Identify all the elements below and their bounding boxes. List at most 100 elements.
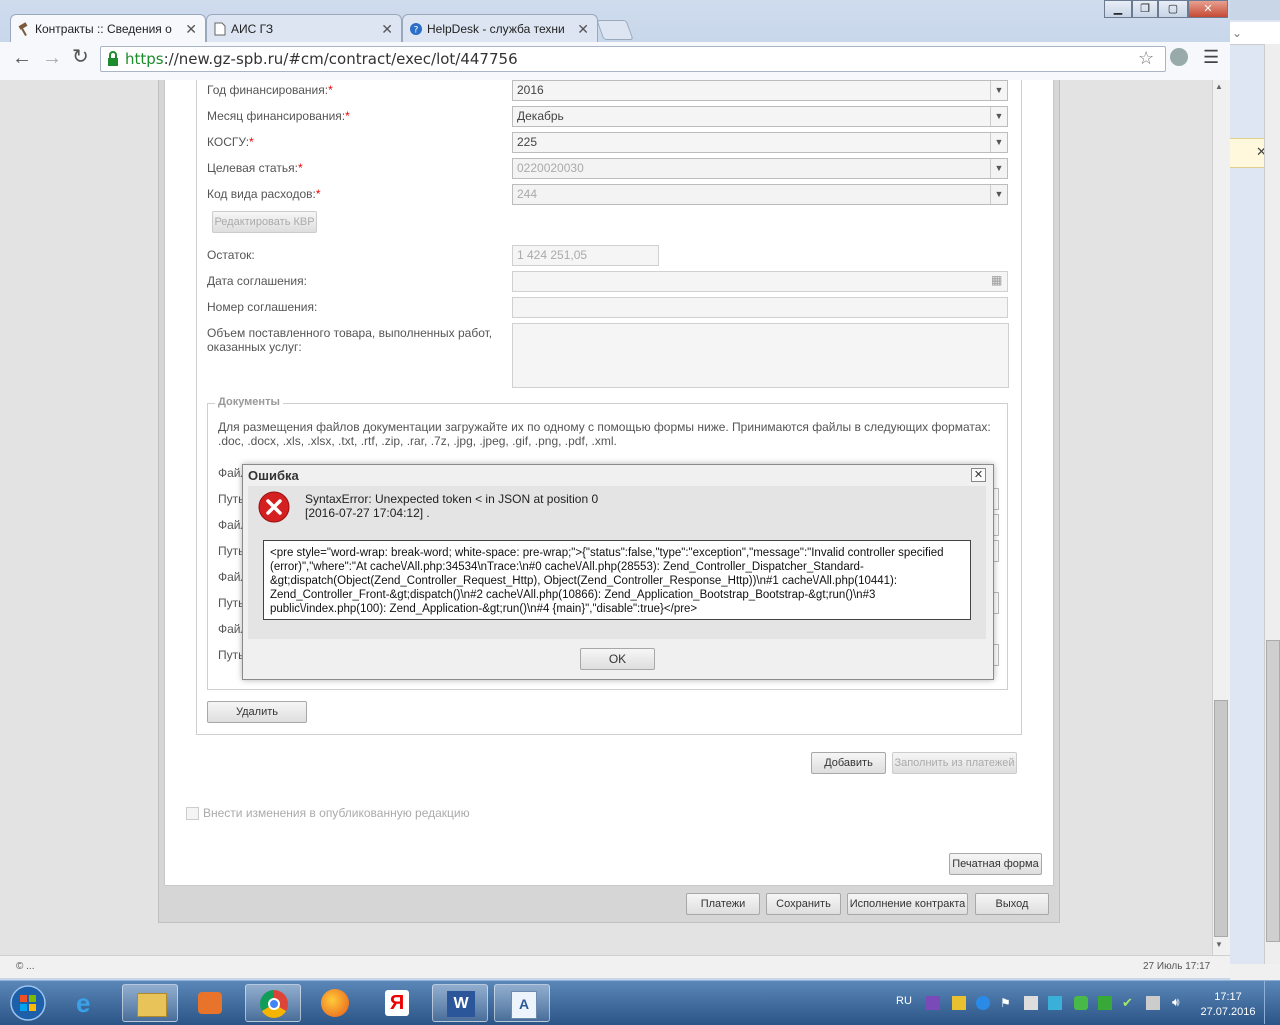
agreement-number-label: Номер соглашения:: [207, 300, 318, 314]
star-icon[interactable]: ☆: [1138, 48, 1154, 69]
error-details: <pre style="word-wrap: break-word; white…: [263, 540, 971, 620]
tab-title: HelpDesk - служба техни: [427, 22, 565, 36]
background-scrollbar-thumb[interactable]: [1266, 640, 1280, 942]
path-label: Путь: [218, 544, 245, 558]
flag-icon[interactable]: ⚑: [1000, 996, 1011, 1010]
tray-icon[interactable]: [1098, 996, 1112, 1010]
tray-icon[interactable]: [1024, 996, 1038, 1010]
tab-title: Контракты :: Сведения о: [35, 22, 172, 36]
lock-icon: [108, 51, 118, 66]
calendar-icon[interactable]: ▦: [991, 273, 1002, 287]
tray-clock[interactable]: 17:17 27.07.2016: [1196, 990, 1260, 1020]
chevron-down-icon: ▼: [990, 133, 1007, 152]
tab-contracts[interactable]: Контракты :: Сведения о ✕: [10, 14, 206, 42]
word-taskbar-icon[interactable]: W: [432, 984, 488, 1022]
help-icon: ?: [410, 23, 422, 36]
close-window-button[interactable]: ✕: [1188, 0, 1228, 18]
path-label: Путь: [218, 648, 245, 662]
chevron-down-icon: ▼: [990, 107, 1007, 126]
agreement-number-field[interactable]: [512, 297, 1008, 318]
onenote-tray-icon[interactable]: [926, 996, 940, 1010]
target-article-select[interactable]: 0220020030 ▼: [512, 158, 1008, 179]
agreement-date-label: Дата соглашения:: [207, 274, 307, 288]
explorer-taskbar-icon[interactable]: [122, 984, 178, 1022]
volume-textarea[interactable]: [512, 323, 1009, 388]
chrome-taskbar-icon[interactable]: [245, 984, 301, 1022]
clock-time: 17:17: [1214, 991, 1242, 1003]
close-icon[interactable]: ✕: [185, 15, 197, 42]
gavel-icon: [18, 22, 28, 36]
restore-button[interactable]: ❐: [1132, 0, 1158, 18]
close-icon[interactable]: ✕: [971, 468, 986, 482]
error-message-line: SyntaxError: Unexpected token < in JSON …: [305, 492, 599, 506]
language-indicator[interactable]: RU: [896, 995, 912, 1007]
print-form-button[interactable]: Печатная форма: [949, 853, 1042, 875]
fill-from-payments-button[interactable]: Заполнить из платежей: [892, 752, 1017, 774]
svg-text:?: ?: [414, 26, 419, 36]
show-desktop-button[interactable]: [1264, 980, 1280, 1024]
delete-button[interactable]: Удалить: [207, 701, 307, 723]
remainder-label: Остаток:: [207, 248, 255, 262]
yandex-taskbar-icon[interactable]: Я: [369, 984, 425, 1022]
forward-icon[interactable]: →: [42, 48, 62, 68]
back-icon[interactable]: ←: [12, 48, 32, 68]
kosgu-label: КОСГУ:*: [207, 135, 254, 149]
agreement-date-field[interactable]: [512, 271, 1008, 292]
status-datetime: 27 Июль 17:17: [1143, 961, 1211, 972]
url-text: https://new.gz-spb.ru/#cm/contract/exec/…: [125, 50, 518, 68]
chevron-down-icon: ▼: [990, 159, 1007, 178]
financing-month-label: Месяц финансирования:*: [207, 109, 350, 123]
scrollbar-thumb[interactable]: [1214, 700, 1228, 937]
firefox-taskbar-icon[interactable]: [307, 984, 363, 1022]
tray-icon[interactable]: [976, 996, 990, 1010]
tab-helpdesk[interactable]: ? HelpDesk - служба техни ✕: [402, 14, 598, 42]
reload-icon[interactable]: ↻: [72, 47, 89, 67]
tray-icon[interactable]: [952, 996, 966, 1010]
background-window-titlebar: [1230, 0, 1280, 20]
document-icon: [214, 22, 226, 36]
browser-status-bar: © ... 27 Июль 17:17: [0, 955, 1230, 978]
check-icon[interactable]: ✔: [1122, 995, 1133, 1011]
close-icon[interactable]: ✕: [381, 15, 393, 42]
expense-code-select[interactable]: 244 ▼: [512, 184, 1008, 205]
documents-title: Документы: [215, 396, 283, 408]
network-icon[interactable]: [1146, 996, 1160, 1010]
documents-instructions: Для размещения файлов документации загру…: [218, 420, 991, 448]
tray-icon[interactable]: [1048, 996, 1062, 1010]
extension-icon[interactable]: [1170, 48, 1188, 66]
tray-icon[interactable]: [1074, 996, 1088, 1010]
close-icon[interactable]: ✕: [577, 15, 589, 42]
financing-year-select[interactable]: 2016 ▼: [512, 80, 1008, 101]
media-player-taskbar-icon[interactable]: [182, 984, 238, 1022]
exit-button[interactable]: Выход: [975, 893, 1049, 915]
target-article-label: Целевая статья:*: [207, 161, 303, 175]
scroll-up-icon[interactable]: ▲: [1215, 82, 1223, 91]
path-label: Путь: [218, 596, 245, 610]
publish-changes-checkbox[interactable]: [186, 807, 199, 820]
dialog-title: Ошибка: [248, 468, 299, 483]
menu-icon[interactable]: ☰: [1203, 47, 1219, 68]
volume-icon[interactable]: 🔊︎: [1172, 995, 1180, 1010]
publish-changes-label: Внести изменения в опубликованную редакц…: [203, 806, 470, 820]
tab-ais-gz[interactable]: АИС ГЗ ✕: [206, 14, 402, 42]
scroll-down-icon[interactable]: ▼: [1215, 940, 1223, 949]
ok-button[interactable]: OK: [580, 648, 655, 670]
maximize-button[interactable]: ▢: [1158, 0, 1188, 18]
error-message: SyntaxError: Unexpected token < in JSON …: [305, 492, 598, 520]
chevron-down-icon[interactable]: ⌄: [1232, 26, 1242, 40]
contract-execution-button[interactable]: Исполнение контракта: [847, 893, 968, 915]
expense-code-label: Код вида расходов:*: [207, 187, 321, 201]
path-label: Путь: [218, 492, 245, 506]
add-button[interactable]: Добавить: [811, 752, 886, 774]
start-button[interactable]: [8, 984, 48, 1022]
error-icon: [258, 491, 290, 523]
remainder-field[interactable]: 1 424 251,05: [512, 245, 659, 266]
kosgu-select[interactable]: 225 ▼: [512, 132, 1008, 153]
ie-taskbar-icon[interactable]: e: [62, 984, 118, 1022]
financing-month-select[interactable]: Декабрь ▼: [512, 106, 1008, 127]
edit-kvr-button[interactable]: Редактировать КВР: [212, 211, 317, 233]
wordpad-taskbar-icon[interactable]: A: [494, 984, 550, 1022]
minimize-button[interactable]: ▁: [1104, 0, 1132, 18]
payments-button[interactable]: Платежи: [686, 893, 760, 915]
save-button[interactable]: Сохранить: [766, 893, 841, 915]
